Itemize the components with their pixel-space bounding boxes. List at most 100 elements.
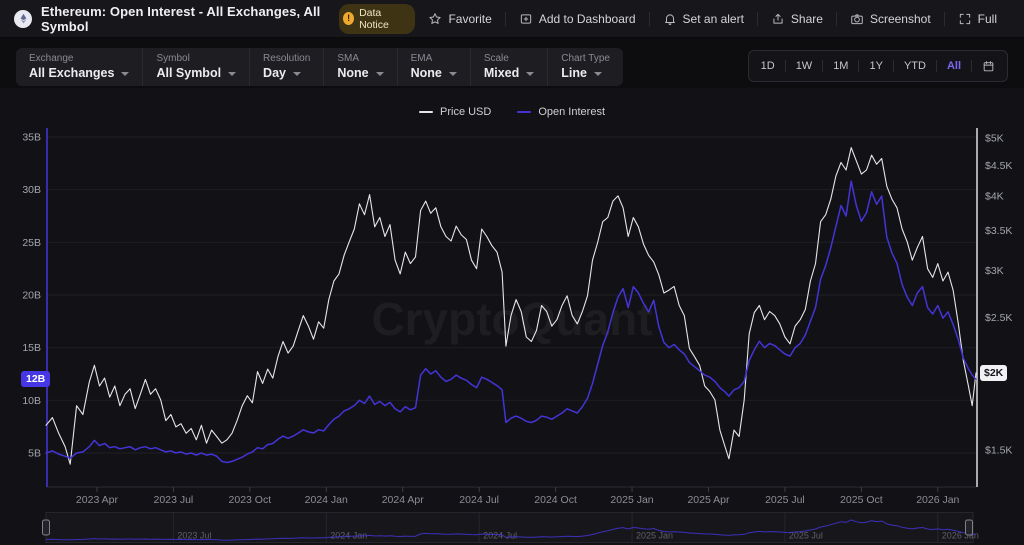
resolution-label: Resolution — [263, 53, 310, 64]
range-ytd-button[interactable]: YTD — [894, 51, 936, 81]
favorite-label: Favorite — [448, 12, 491, 26]
sma-value: None — [337, 66, 368, 80]
share-icon — [771, 12, 785, 26]
x-axis-tick-label: 2023 Jul — [154, 494, 194, 506]
open-interest-current-badge: 12B — [21, 371, 50, 387]
filter-bar: Exchange All Exchanges Symbol All Symbol… — [16, 48, 623, 86]
left-axis-tick-label: 15B — [22, 342, 41, 354]
x-axis-tick-label: 2025 Jul — [765, 494, 805, 506]
x-axis-tick-label: 2024 Jul — [459, 494, 499, 506]
range-1d-button[interactable]: 1D — [751, 51, 785, 81]
fullscreen-label: Full — [978, 12, 997, 26]
exchange-label: Exchange — [29, 53, 129, 64]
chart-type-select[interactable]: Chart Type Line — [547, 48, 623, 86]
camera-icon — [850, 12, 864, 26]
chart-type-value: Line — [561, 66, 587, 80]
sma-label: SMA — [337, 53, 383, 64]
x-axis-tick-label: 2025 Jan — [610, 494, 653, 506]
left-axis-tick-label: 25B — [22, 237, 41, 249]
left-axis-tick-label: 35B — [22, 132, 41, 144]
symbol-label: Symbol — [156, 53, 236, 64]
range-all-button[interactable]: All — [937, 51, 971, 81]
right-axis-tick-label: $3K — [985, 265, 1004, 277]
resolution-select[interactable]: Resolution Day — [249, 48, 323, 86]
watermark: CryptoQuant — [371, 293, 652, 345]
legend-open-interest-label: Open Interest — [538, 106, 605, 118]
range-1m-button[interactable]: 1M — [823, 51, 858, 81]
chevron-down-icon — [121, 72, 129, 76]
header-bar: Ethereum: Open Interest - All Exchanges,… — [0, 0, 1024, 38]
timerange-selector: 1D 1W 1M 1Y YTD All — [748, 50, 1008, 82]
range-1y-button[interactable]: 1Y — [859, 51, 892, 81]
right-axis-tick-label: $4.5K — [985, 160, 1012, 172]
right-axis-tick-label: $5K — [985, 133, 1004, 145]
star-icon — [428, 12, 442, 26]
legend-item-open-interest[interactable]: Open Interest — [517, 106, 605, 118]
symbol-value: All Symbol — [156, 66, 221, 80]
x-axis-tick-label: 2023 Apr — [76, 494, 119, 506]
header-actions: Favorite Add to Dashboard Set an alert S… — [415, 12, 1010, 26]
fullscreen-icon — [958, 12, 972, 26]
right-axis-tick-label: $3.5K — [985, 225, 1012, 237]
screenshot-button[interactable]: Screenshot — [836, 12, 944, 26]
exchange-select[interactable]: Exchange All Exchanges — [16, 48, 142, 86]
calendar-button[interactable] — [972, 51, 1005, 81]
resolution-value: Day — [263, 66, 286, 80]
minimap-right-handle[interactable] — [966, 520, 973, 535]
price-line-swatch — [419, 111, 433, 113]
header-title-group: Ethereum: Open Interest - All Exchanges,… — [14, 4, 415, 34]
right-axis-tick-label: $1.5K — [985, 445, 1012, 457]
set-alert-label: Set an alert — [683, 12, 744, 26]
symbol-select[interactable]: Symbol All Symbol — [142, 48, 249, 86]
sma-select[interactable]: SMA None — [323, 48, 396, 86]
minimap-left-handle[interactable] — [43, 520, 50, 535]
bell-icon — [663, 12, 677, 26]
x-axis-tick-label: 2024 Jan — [305, 494, 348, 506]
dashboard-add-icon — [519, 12, 533, 26]
ema-select[interactable]: EMA None — [397, 48, 470, 86]
data-notice-badge[interactable]: ! Data Notice — [339, 4, 415, 34]
price-current-badge: $2K — [980, 365, 1007, 381]
chevron-down-icon — [228, 72, 236, 76]
x-axis-tick-label: 2024 Apr — [382, 494, 425, 506]
chevron-down-icon — [594, 72, 602, 76]
chart-type-label: Chart Type — [561, 53, 610, 64]
range-1w-button[interactable]: 1W — [786, 51, 823, 81]
share-button[interactable]: Share — [757, 12, 836, 26]
add-to-dashboard-button[interactable]: Add to Dashboard — [505, 12, 649, 26]
set-alert-button[interactable]: Set an alert — [649, 12, 757, 26]
chevron-down-icon — [293, 72, 301, 76]
left-axis-tick-label: 10B — [22, 395, 41, 407]
fullscreen-button[interactable]: Full — [944, 12, 1010, 26]
open-interest-line-swatch — [517, 111, 531, 113]
legend-item-price[interactable]: Price USD — [419, 106, 491, 118]
right-axis-tick-label: $4K — [985, 190, 1004, 202]
scale-label: Scale — [484, 53, 534, 64]
x-axis-tick-label: 2025 Apr — [687, 494, 730, 506]
scale-value: Mixed — [484, 66, 519, 80]
data-notice-label: Data Notice — [359, 7, 405, 31]
warning-icon: ! — [343, 12, 354, 25]
screenshot-label: Screenshot — [870, 12, 931, 26]
ema-value: None — [411, 66, 442, 80]
favorite-button[interactable]: Favorite — [415, 12, 504, 26]
toolbar: Exchange All Exchanges Symbol All Symbol… — [16, 48, 1008, 86]
ema-label: EMA — [411, 53, 457, 64]
add-to-dashboard-label: Add to Dashboard — [539, 12, 636, 26]
chevron-down-icon — [449, 72, 457, 76]
left-axis-tick-label: 5B — [28, 448, 41, 460]
x-axis-tick-label: 2023 Oct — [229, 494, 272, 506]
chart-legend: Price USD Open Interest — [419, 106, 605, 118]
right-axis-tick-label: $2.5K — [985, 312, 1012, 324]
minimap-scrollbar[interactable]: 2023 Jul2024 Jan2024 Jul2025 Jan2025 Jul… — [0, 512, 1024, 544]
exchange-value: All Exchanges — [29, 66, 114, 80]
scale-select[interactable]: Scale Mixed — [470, 48, 547, 86]
chevron-down-icon — [526, 72, 534, 76]
x-axis-tick-label: 2024 Oct — [534, 494, 577, 506]
chevron-down-icon — [376, 72, 384, 76]
main-chart[interactable]: CryptoQuant 2023 Apr 2023 Jul 2023 Oct 2024 … — [0, 95, 1024, 510]
ethereum-icon — [14, 10, 32, 28]
x-axis-tick-label: 2025 Oct — [840, 494, 883, 506]
minimap-tick-label: 2024 Jul — [483, 531, 517, 541]
legend-price-label: Price USD — [440, 106, 491, 118]
